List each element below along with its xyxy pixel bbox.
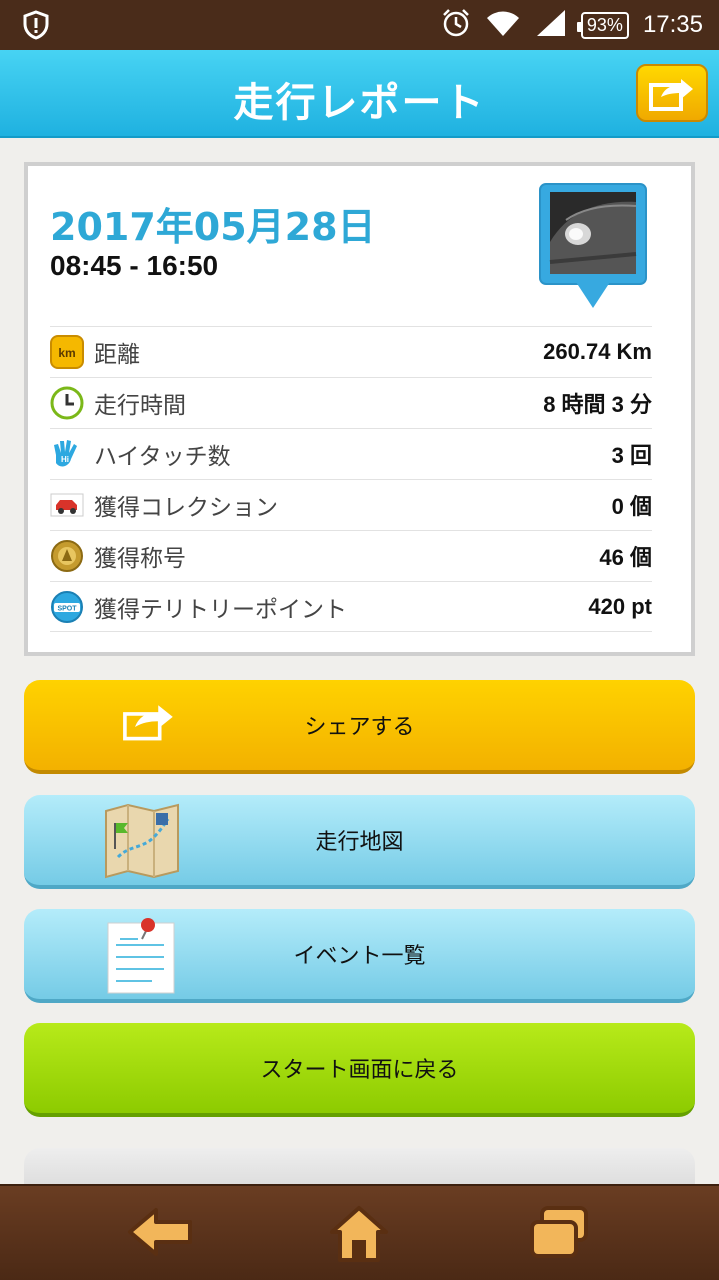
- stat-label: 距離: [94, 342, 140, 368]
- stat-row-titles: 獲得称号 46 個: [50, 530, 652, 581]
- clock-icon: [50, 386, 84, 420]
- battery-indicator: 93%: [576, 11, 629, 39]
- cell-signal-icon: [535, 8, 567, 42]
- share-button[interactable]: シェアする: [24, 680, 695, 774]
- drive-map-button[interactable]: 走行地図: [24, 795, 695, 889]
- alarm-clock-icon: [441, 8, 471, 42]
- stat-value: 3 回: [611, 443, 652, 468]
- stat-label: ハイタッチ数: [94, 444, 231, 470]
- back-to-start-button-label: スタート画面に戻る: [260, 1058, 459, 1083]
- car-photo-pin-icon[interactable]: [538, 182, 648, 310]
- report-date: 2017年05月28日: [50, 205, 376, 249]
- app-header: 走行レポート: [0, 50, 719, 138]
- stat-label: 走行時間: [94, 393, 186, 419]
- svg-text:SPOT: SPOT: [57, 605, 77, 612]
- stat-label: 獲得コレクション: [94, 495, 278, 521]
- stat-value: 0 個: [611, 494, 652, 519]
- page-title: 走行レポート: [233, 80, 486, 126]
- report-time-range: 08:45 - 16:50: [50, 250, 219, 281]
- event-list-button[interactable]: イベント一覧: [24, 909, 695, 1003]
- stat-row-distance: km 距離 260.74 Km: [50, 326, 652, 377]
- map-icon: [105, 803, 179, 879]
- svg-text:Hi: Hi: [61, 455, 69, 464]
- svg-text:km: km: [58, 346, 75, 360]
- windows-icon[interactable]: [526, 1202, 596, 1262]
- stat-value: 420 pt: [588, 593, 652, 619]
- back-to-start-button[interactable]: スタート画面に戻る: [24, 1023, 695, 1117]
- share-arrow-icon: [123, 705, 173, 741]
- stat-value: 46 個: [599, 545, 652, 570]
- stat-row-hightouch: Hi ハイタッチ数 3 回: [50, 428, 652, 479]
- share-arrow-icon: [649, 79, 693, 111]
- report-stats-list: km 距離 260.74 Km 走行時間 8 時間 3 分 Hi ハイタッチ数 …: [50, 326, 652, 632]
- wifi-icon: [485, 8, 521, 42]
- medal-icon: [50, 539, 84, 573]
- event-list-button-label: イベント一覧: [293, 944, 426, 969]
- stat-row-drive-time: 走行時間 8 時間 3 分: [50, 377, 652, 428]
- bottom-nav-bar: [0, 1184, 719, 1280]
- stat-value: 8 時間 3 分: [543, 392, 652, 417]
- status-bar: 93% 17:35: [0, 0, 719, 50]
- memo-pin-icon: [107, 918, 175, 994]
- car-icon: [50, 488, 84, 522]
- drive-map-button-label: 走行地図: [315, 830, 404, 855]
- stat-label: 獲得称号: [94, 546, 186, 572]
- stat-label: 獲得テリトリーポイント: [94, 596, 347, 623]
- stat-row-collection: 獲得コレクション 0 個: [50, 479, 652, 530]
- shield-alert-icon: [22, 10, 50, 44]
- share-button-label: シェアする: [304, 715, 415, 740]
- report-card: 2017年05月28日 08:45 - 16:50 km 距離 260.74 K…: [24, 162, 695, 656]
- km-icon: km: [50, 335, 84, 369]
- back-arrow-icon[interactable]: [126, 1202, 196, 1262]
- hightouch-hand-icon: Hi: [50, 437, 84, 471]
- stat-value: 260.74 Km: [543, 339, 652, 364]
- spot-icon: SPOT: [50, 590, 84, 624]
- clock-time: 17:35: [642, 11, 703, 38]
- header-share-button[interactable]: [636, 64, 708, 122]
- home-icon[interactable]: [326, 1202, 392, 1262]
- stat-row-territory-points: SPOT 獲得テリトリーポイント 420 pt: [50, 581, 652, 632]
